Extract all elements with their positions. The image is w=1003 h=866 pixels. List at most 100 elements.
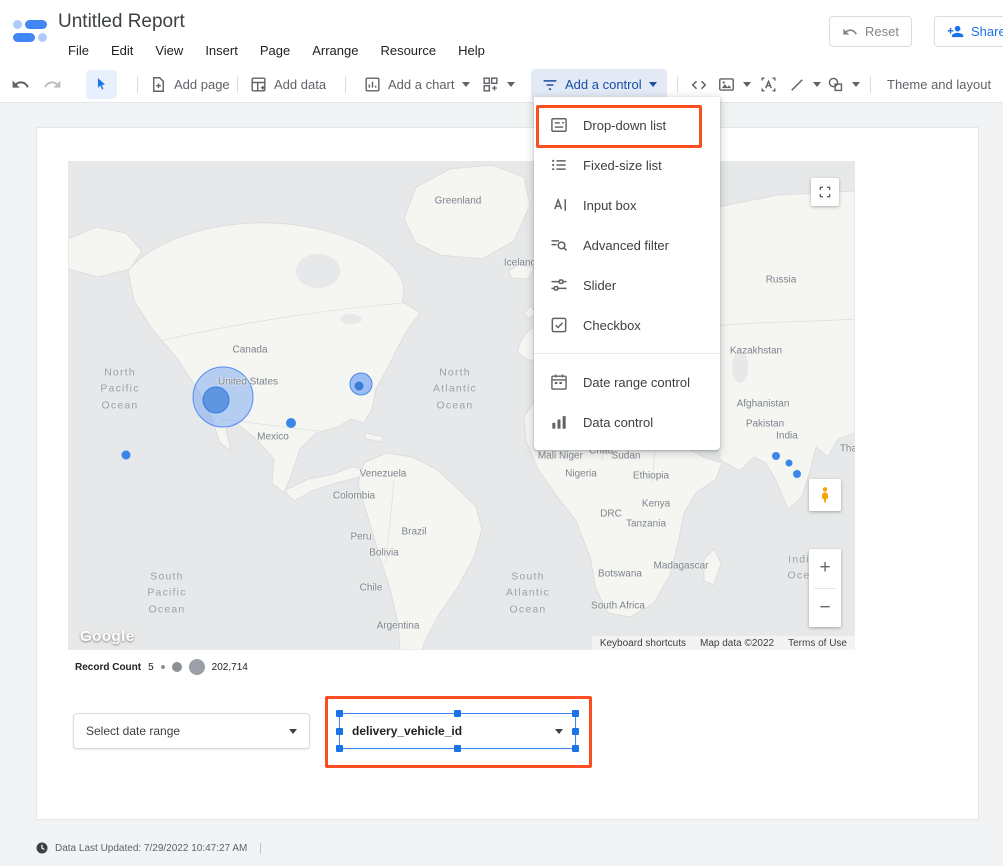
menu-item-input-box[interactable]: Input box	[534, 185, 720, 225]
data-studio-logo-icon[interactable]	[13, 18, 47, 44]
menu-help[interactable]: Help	[447, 40, 496, 61]
pegman-street-view-button[interactable]	[809, 479, 841, 511]
map-label: Sudan	[612, 451, 641, 462]
report-page[interactable]: Greenland Iceland Canada United States M…	[36, 127, 979, 820]
reset-button[interactable]: Reset	[829, 16, 912, 47]
dropdown-list-icon	[549, 115, 569, 135]
theme-layout-label: Theme and layout	[887, 77, 991, 92]
menu-item-fixed-size-list[interactable]: Fixed-size list	[534, 145, 720, 185]
filter-list-icon	[541, 76, 559, 94]
select-tool-button[interactable]	[86, 70, 117, 99]
selection-handle[interactable]	[454, 745, 461, 752]
map-label: Argentina	[377, 621, 420, 632]
add-chart-button[interactable]: Add a chart	[358, 70, 475, 99]
map-label: Greenland	[435, 196, 482, 207]
date-range-control[interactable]: Select date range	[73, 713, 310, 749]
menu-item-label: Advanced filter	[583, 238, 669, 253]
zoom-in-button[interactable]: +	[809, 549, 841, 588]
google-maps-logo: Google	[80, 628, 135, 645]
share-button[interactable]: Share	[934, 16, 1003, 47]
menu-edit[interactable]: Edit	[100, 40, 144, 61]
bubble-size-legend: Record Count 5 202,714	[75, 659, 248, 675]
selection-handle[interactable]	[454, 710, 461, 717]
looker-studio-app: Untitled Report File Edit View Insert Pa…	[0, 0, 1003, 866]
add-data-icon	[249, 75, 268, 94]
theme-and-layout-button[interactable]: Theme and layout	[882, 70, 996, 99]
checkbox-icon	[549, 315, 569, 335]
redo-icon	[43, 75, 62, 94]
menu-item-dropdown-list[interactable]: Drop-down list	[534, 105, 720, 145]
image-icon	[717, 75, 736, 94]
add-chart-label: Add a chart	[388, 77, 455, 92]
shape-icon	[826, 75, 845, 94]
menu-item-label: Fixed-size list	[583, 158, 662, 173]
menu-item-advanced-filter[interactable]: Advanced filter	[534, 225, 720, 265]
add-data-button[interactable]: Add data	[244, 70, 331, 99]
legend-title: Record Count	[75, 662, 141, 673]
shape-tool-button[interactable]	[821, 70, 865, 99]
report-title[interactable]: Untitled Report	[58, 11, 185, 33]
map-label: Kenya	[642, 499, 670, 510]
insert-image-button[interactable]	[712, 70, 756, 99]
menu-view[interactable]: View	[144, 40, 194, 61]
legend-bubble-small	[161, 665, 165, 669]
input-box-icon	[549, 195, 569, 215]
text-box-button[interactable]	[754, 70, 783, 99]
menu-item-label: Drop-down list	[583, 118, 666, 133]
menu-resource[interactable]: Resource	[369, 40, 447, 61]
map-label: Tanzania	[626, 519, 666, 530]
selection-handle[interactable]	[336, 710, 343, 717]
menu-file[interactable]: File	[57, 40, 100, 61]
legend-max-value: 202,714	[212, 662, 248, 673]
menu-item-date-range-control[interactable]: Date range control	[534, 362, 720, 402]
report-canvas[interactable]: Greenland Iceland Canada United States M…	[0, 103, 1003, 866]
undo-button[interactable]	[6, 70, 35, 99]
selection-handle[interactable]	[572, 710, 579, 717]
reset-icon	[842, 24, 858, 40]
menu-item-data-control[interactable]: Data control	[534, 402, 720, 442]
ocean-label: North Atlantic Ocean	[433, 365, 477, 414]
menu-item-slider[interactable]: Slider	[534, 265, 720, 305]
slider-icon	[549, 275, 569, 295]
map-attribution: Keyboard shortcuts Map data ©2022 Terms …	[592, 636, 855, 650]
chevron-down-icon	[507, 82, 515, 87]
code-icon	[689, 75, 709, 95]
map-label: Iceland	[504, 258, 536, 269]
selection-handle[interactable]	[572, 728, 579, 735]
ocean-label: South Pacific Ocean	[147, 569, 186, 618]
delivery-vehicle-id-control[interactable]: delivery_vehicle_id	[339, 713, 576, 749]
selection-handle[interactable]	[336, 745, 343, 752]
selection-handle[interactable]	[572, 745, 579, 752]
calendar-icon	[549, 372, 569, 392]
menu-item-label: Input box	[583, 198, 637, 213]
add-control-label: Add a control	[565, 77, 642, 92]
menu-arrange[interactable]: Arrange	[301, 40, 369, 61]
add-page-icon	[149, 75, 168, 94]
map-label: Chile	[360, 583, 383, 594]
terms-of-use-link[interactable]: Terms of Use	[788, 638, 847, 649]
add-chart-icon	[363, 75, 382, 94]
footer-divider	[260, 843, 261, 854]
zoom-out-button[interactable]: −	[809, 589, 841, 628]
reset-label: Reset	[865, 24, 899, 39]
bubble-map-chart[interactable]: Greenland Iceland Canada United States M…	[68, 161, 855, 650]
community-visualizations-button[interactable]	[476, 70, 520, 99]
selection-handle[interactable]	[336, 728, 343, 735]
menu-item-checkbox[interactable]: Checkbox	[534, 305, 720, 345]
menu-insert[interactable]: Insert	[194, 40, 249, 61]
redo-button[interactable]	[38, 70, 67, 99]
embed-code-button[interactable]	[684, 70, 714, 99]
footer-status-bar: Data Last Updated: 7/29/2022 10:47:27 AM	[36, 842, 261, 854]
add-a-control-button[interactable]: Add a control	[531, 69, 667, 100]
line-tool-button[interactable]	[783, 70, 826, 99]
menu-page[interactable]: Page	[249, 40, 301, 61]
map-label: DRC	[600, 509, 622, 520]
cursor-icon	[93, 76, 110, 93]
add-page-button[interactable]: Add page	[144, 70, 235, 99]
fullscreen-button[interactable]	[811, 178, 839, 206]
line-icon	[788, 76, 806, 94]
add-control-dropdown-menu: Drop-down list Fixed-size list Input box…	[534, 97, 720, 450]
keyboard-shortcuts-link[interactable]: Keyboard shortcuts	[600, 638, 686, 649]
chevron-down-icon	[813, 82, 821, 87]
add-data-label: Add data	[274, 77, 326, 92]
